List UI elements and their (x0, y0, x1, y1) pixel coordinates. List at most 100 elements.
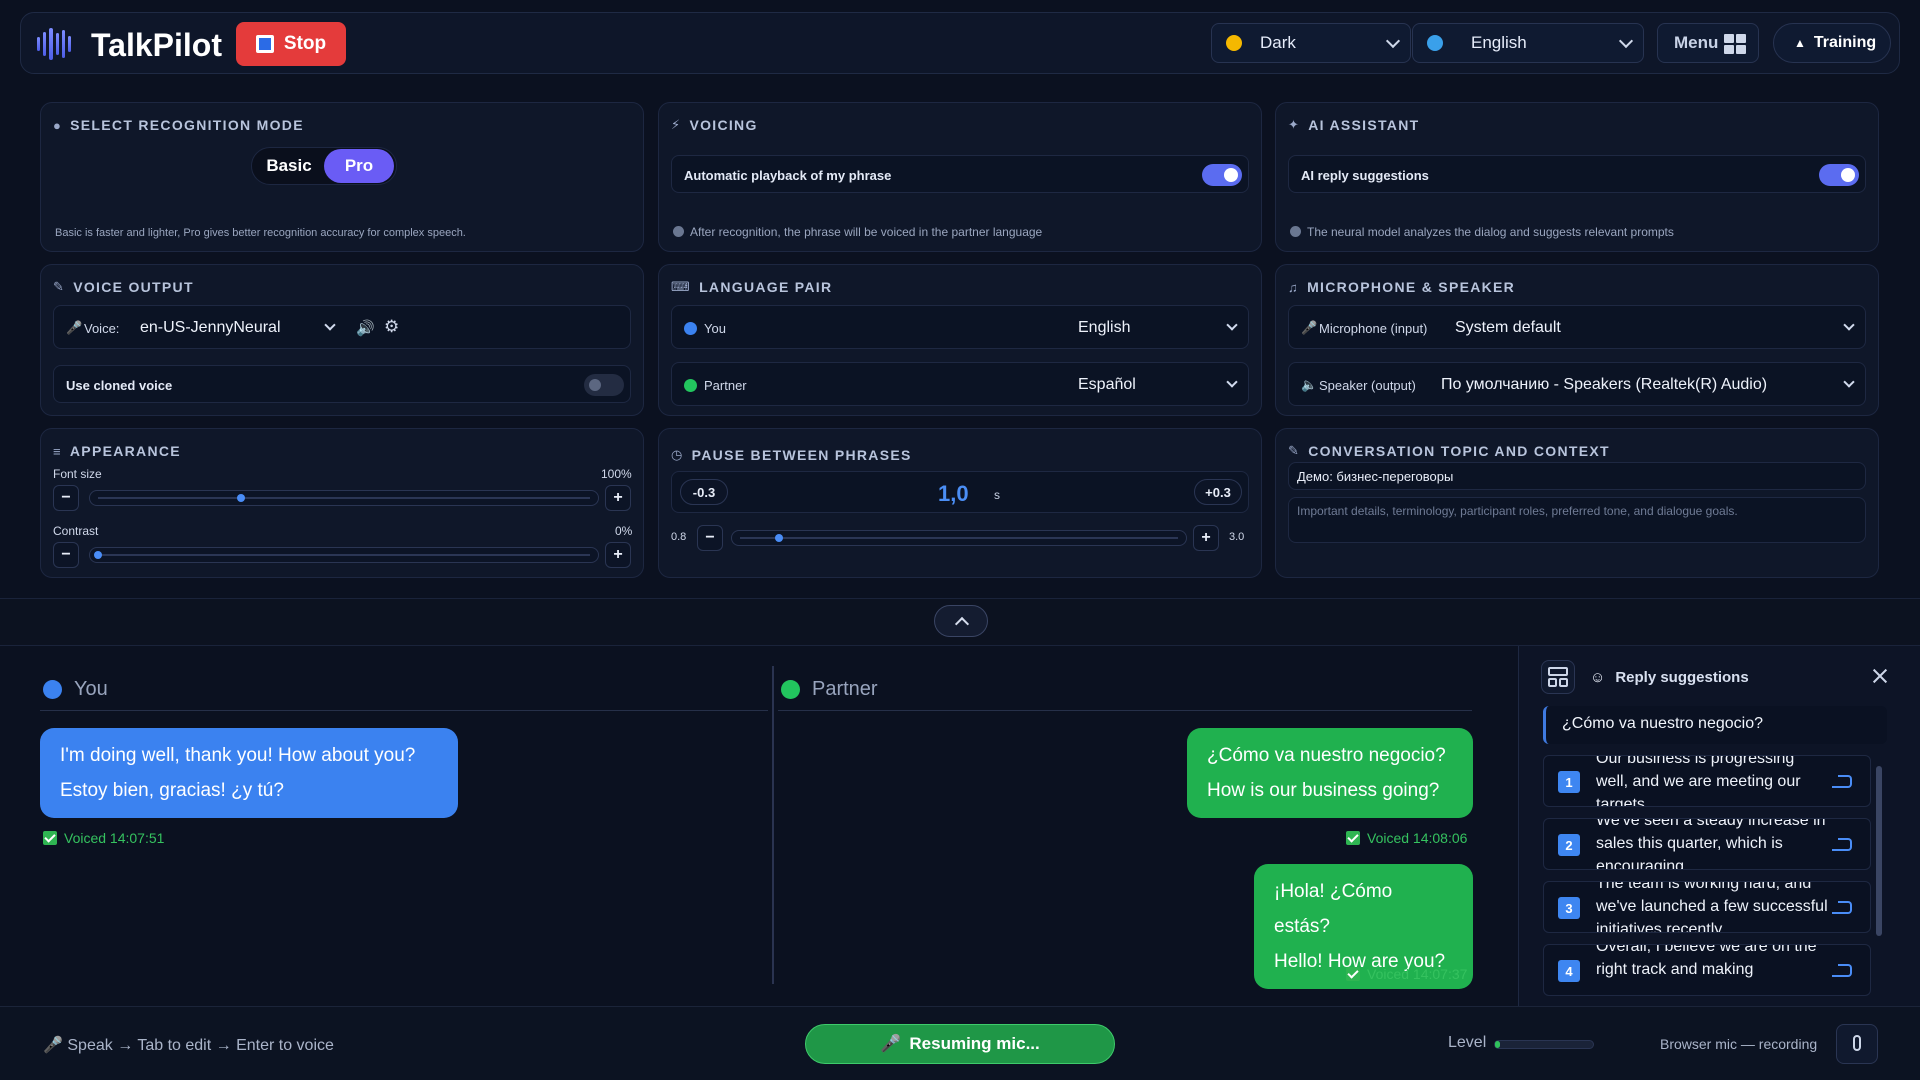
contrast-label: Contrast (53, 524, 99, 538)
mode-pro-button[interactable]: Pro (324, 149, 394, 183)
font-size-label: Font size (53, 467, 102, 481)
level-meter-fill (1495, 1041, 1500, 1048)
level-meter (1494, 1040, 1594, 1049)
you-language-row[interactable]: You English (671, 305, 1249, 349)
insert-icon[interactable] (1832, 838, 1852, 851)
pause-slider-increase-button[interactable]: + (1193, 525, 1219, 551)
suggestions-header: ☺ Reply suggestions (1590, 669, 1749, 686)
you-header-label: You (74, 678, 108, 700)
font-size-increase-button[interactable]: + (605, 485, 631, 511)
pause-decrease-button[interactable]: -0.3 (680, 479, 728, 505)
mode-basic-button[interactable]: Basic (254, 149, 324, 183)
speaker-icon[interactable]: 🔊 (356, 319, 375, 337)
menu-button[interactable]: Menu (1657, 23, 1759, 63)
gear-icon[interactable]: ⚙ (384, 317, 399, 337)
suggestion-text: The team is working hard, and we've laun… (1596, 881, 1828, 933)
pause-increase-button[interactable]: +0.3 (1194, 479, 1242, 505)
you-language-select[interactable]: English (1078, 319, 1130, 337)
ai-assistant-panel: ✦ AI ASSISTANT AI reply suggestions The n… (1275, 102, 1879, 252)
voicing-panel: ⚡ VOICING Automatic playback of my phrase… (658, 102, 1262, 252)
voiced-status: Voiced 14:08:06 (1346, 830, 1467, 846)
wand-icon: ✦ (1288, 117, 1301, 132)
ai-toggle-row: AI reply suggestions (1288, 155, 1866, 193)
suggestion-item[interactable]: 3 The team is working hard, and we've la… (1543, 881, 1871, 933)
chevron-down-icon (1618, 33, 1634, 49)
training-button[interactable]: ▲ Training (1773, 23, 1891, 63)
resume-mic-label: Resuming mic... (909, 1034, 1040, 1053)
layout-toggle-button[interactable] (1541, 660, 1575, 694)
speaker-output-label: Speaker (output) (1319, 378, 1416, 393)
mic-input-select[interactable]: System default (1455, 319, 1561, 337)
voicing-toggle-label: Automatic playback of my phrase (684, 168, 892, 183)
close-icon[interactable] (1870, 667, 1890, 687)
insert-icon[interactable] (1832, 964, 1852, 977)
pause-slider-knob[interactable] (775, 534, 784, 542)
auto-playback-toggle[interactable] (1202, 164, 1242, 186)
partner-header-label: Partner (812, 678, 878, 700)
pause-unit: s (994, 488, 1000, 502)
bolt-icon: ⚡ (671, 117, 682, 132)
pause-panel: ◷ PAUSE BETWEEN PHRASES -0.3 1,0 s +0.3 0… (658, 428, 1262, 578)
app-header: TalkPilot Stop Dark English Menu ▲ Train… (20, 12, 1900, 74)
mic-status: Browser mic — recording (1660, 1036, 1818, 1052)
speaker-output-row[interactable]: 🔈 Speaker (output) По умолчанию - Speake… (1288, 362, 1866, 406)
insert-icon[interactable] (1832, 775, 1852, 788)
font-size-decrease-button[interactable]: − (53, 485, 79, 511)
font-size-slider-knob[interactable] (236, 494, 245, 502)
microphone-icon: ✎ (53, 279, 66, 294)
recognition-mode-toggle: Basic Pro (251, 147, 397, 185)
partner-message-bubble[interactable]: ¿Cómo va nuestro negocio? How is our bus… (1187, 728, 1473, 818)
theme-select[interactable]: Dark (1211, 23, 1411, 63)
you-message-bubble[interactable]: I'm doing well, thank you! How about you… (40, 728, 458, 818)
robot-icon: ☺ (1590, 669, 1606, 686)
topic-panel: ✎ CONVERSATION TOPIC AND CONTEXT Демо: би… (1275, 428, 1879, 578)
suggestion-item[interactable]: 1 Our business is progressing well, and … (1543, 755, 1871, 807)
panel-title: VOICE OUTPUT (73, 279, 194, 295)
language-select[interactable]: English (1412, 23, 1644, 63)
context-textarea[interactable]: Important details, terminology, particip… (1288, 497, 1866, 543)
suggestions-scrollbar[interactable] (1876, 756, 1882, 988)
recognition-mode-panel: ● SELECT RECOGNITION MODE Basic Pro Basic… (40, 102, 644, 252)
you-color-dot (43, 680, 62, 699)
pause-slider-decrease-button[interactable]: − (697, 525, 723, 551)
timer-icon: ◷ (671, 447, 684, 462)
stop-button[interactable]: Stop (236, 22, 346, 66)
chevron-down-icon[interactable] (324, 319, 336, 331)
waveform-logo-icon (37, 27, 72, 61)
mic-input-row[interactable]: 🎤 Microphone (input) System default (1288, 305, 1866, 349)
voiced-status: Voiced 14:07:51 (43, 830, 164, 846)
message-original: I'm doing well, thank you! How about you… (60, 745, 416, 766)
cloned-voice-toggle[interactable] (584, 374, 624, 396)
topic-input[interactable]: Демо: бизнес-переговоры (1288, 462, 1866, 490)
voice-select[interactable]: en-US-JennyNeural (140, 319, 281, 337)
chevron-down-icon (1226, 376, 1238, 388)
suggestion-text: We've seen a steady increase in sales th… (1596, 818, 1826, 870)
mic-toggle-button[interactable] (1836, 1024, 1878, 1064)
panel-title: VOICING (689, 117, 758, 133)
edit-icon: ✎ (1288, 443, 1301, 458)
message-translation: How is our business going? (1207, 780, 1440, 801)
checkmark-icon (1346, 831, 1360, 845)
chevron-down-icon (1226, 319, 1238, 331)
speaker-output-select[interactable]: По умолчанию - Speakers (Realtek(R) Audi… (1441, 376, 1767, 394)
language-value: English (1471, 33, 1527, 52)
partner-language-row[interactable]: Partner Español (671, 362, 1249, 406)
level-label: Level (1448, 1034, 1487, 1051)
pause-slider[interactable] (731, 530, 1187, 546)
headphones-icon: ♫ (1288, 279, 1300, 295)
keyboard-hint: 🎤 Speak → Tab to edit → Enter to voice (43, 1037, 334, 1054)
font-size-slider[interactable] (89, 490, 599, 506)
suggestion-item[interactable]: 4 Overall, I believe we are on the right… (1543, 944, 1871, 996)
suggestion-item[interactable]: 2 We've seen a steady increase in sales … (1543, 818, 1871, 870)
collapse-settings-button[interactable] (934, 605, 988, 637)
contrast-increase-button[interactable]: + (605, 542, 631, 568)
insert-icon[interactable] (1832, 901, 1852, 914)
contrast-decrease-button[interactable]: − (53, 542, 79, 568)
resume-mic-button[interactable]: 🎤 Resuming mic... (805, 1024, 1115, 1064)
message-original: ¿Cómo va nuestro negocio? (1207, 745, 1446, 766)
contrast-slider-knob[interactable] (94, 551, 102, 559)
ai-suggestions-toggle[interactable] (1819, 164, 1859, 186)
contrast-slider[interactable] (89, 547, 599, 563)
message-translation: Estoy bien, gracias! ¿y tú? (60, 780, 284, 801)
partner-language-select[interactable]: Español (1078, 376, 1136, 394)
